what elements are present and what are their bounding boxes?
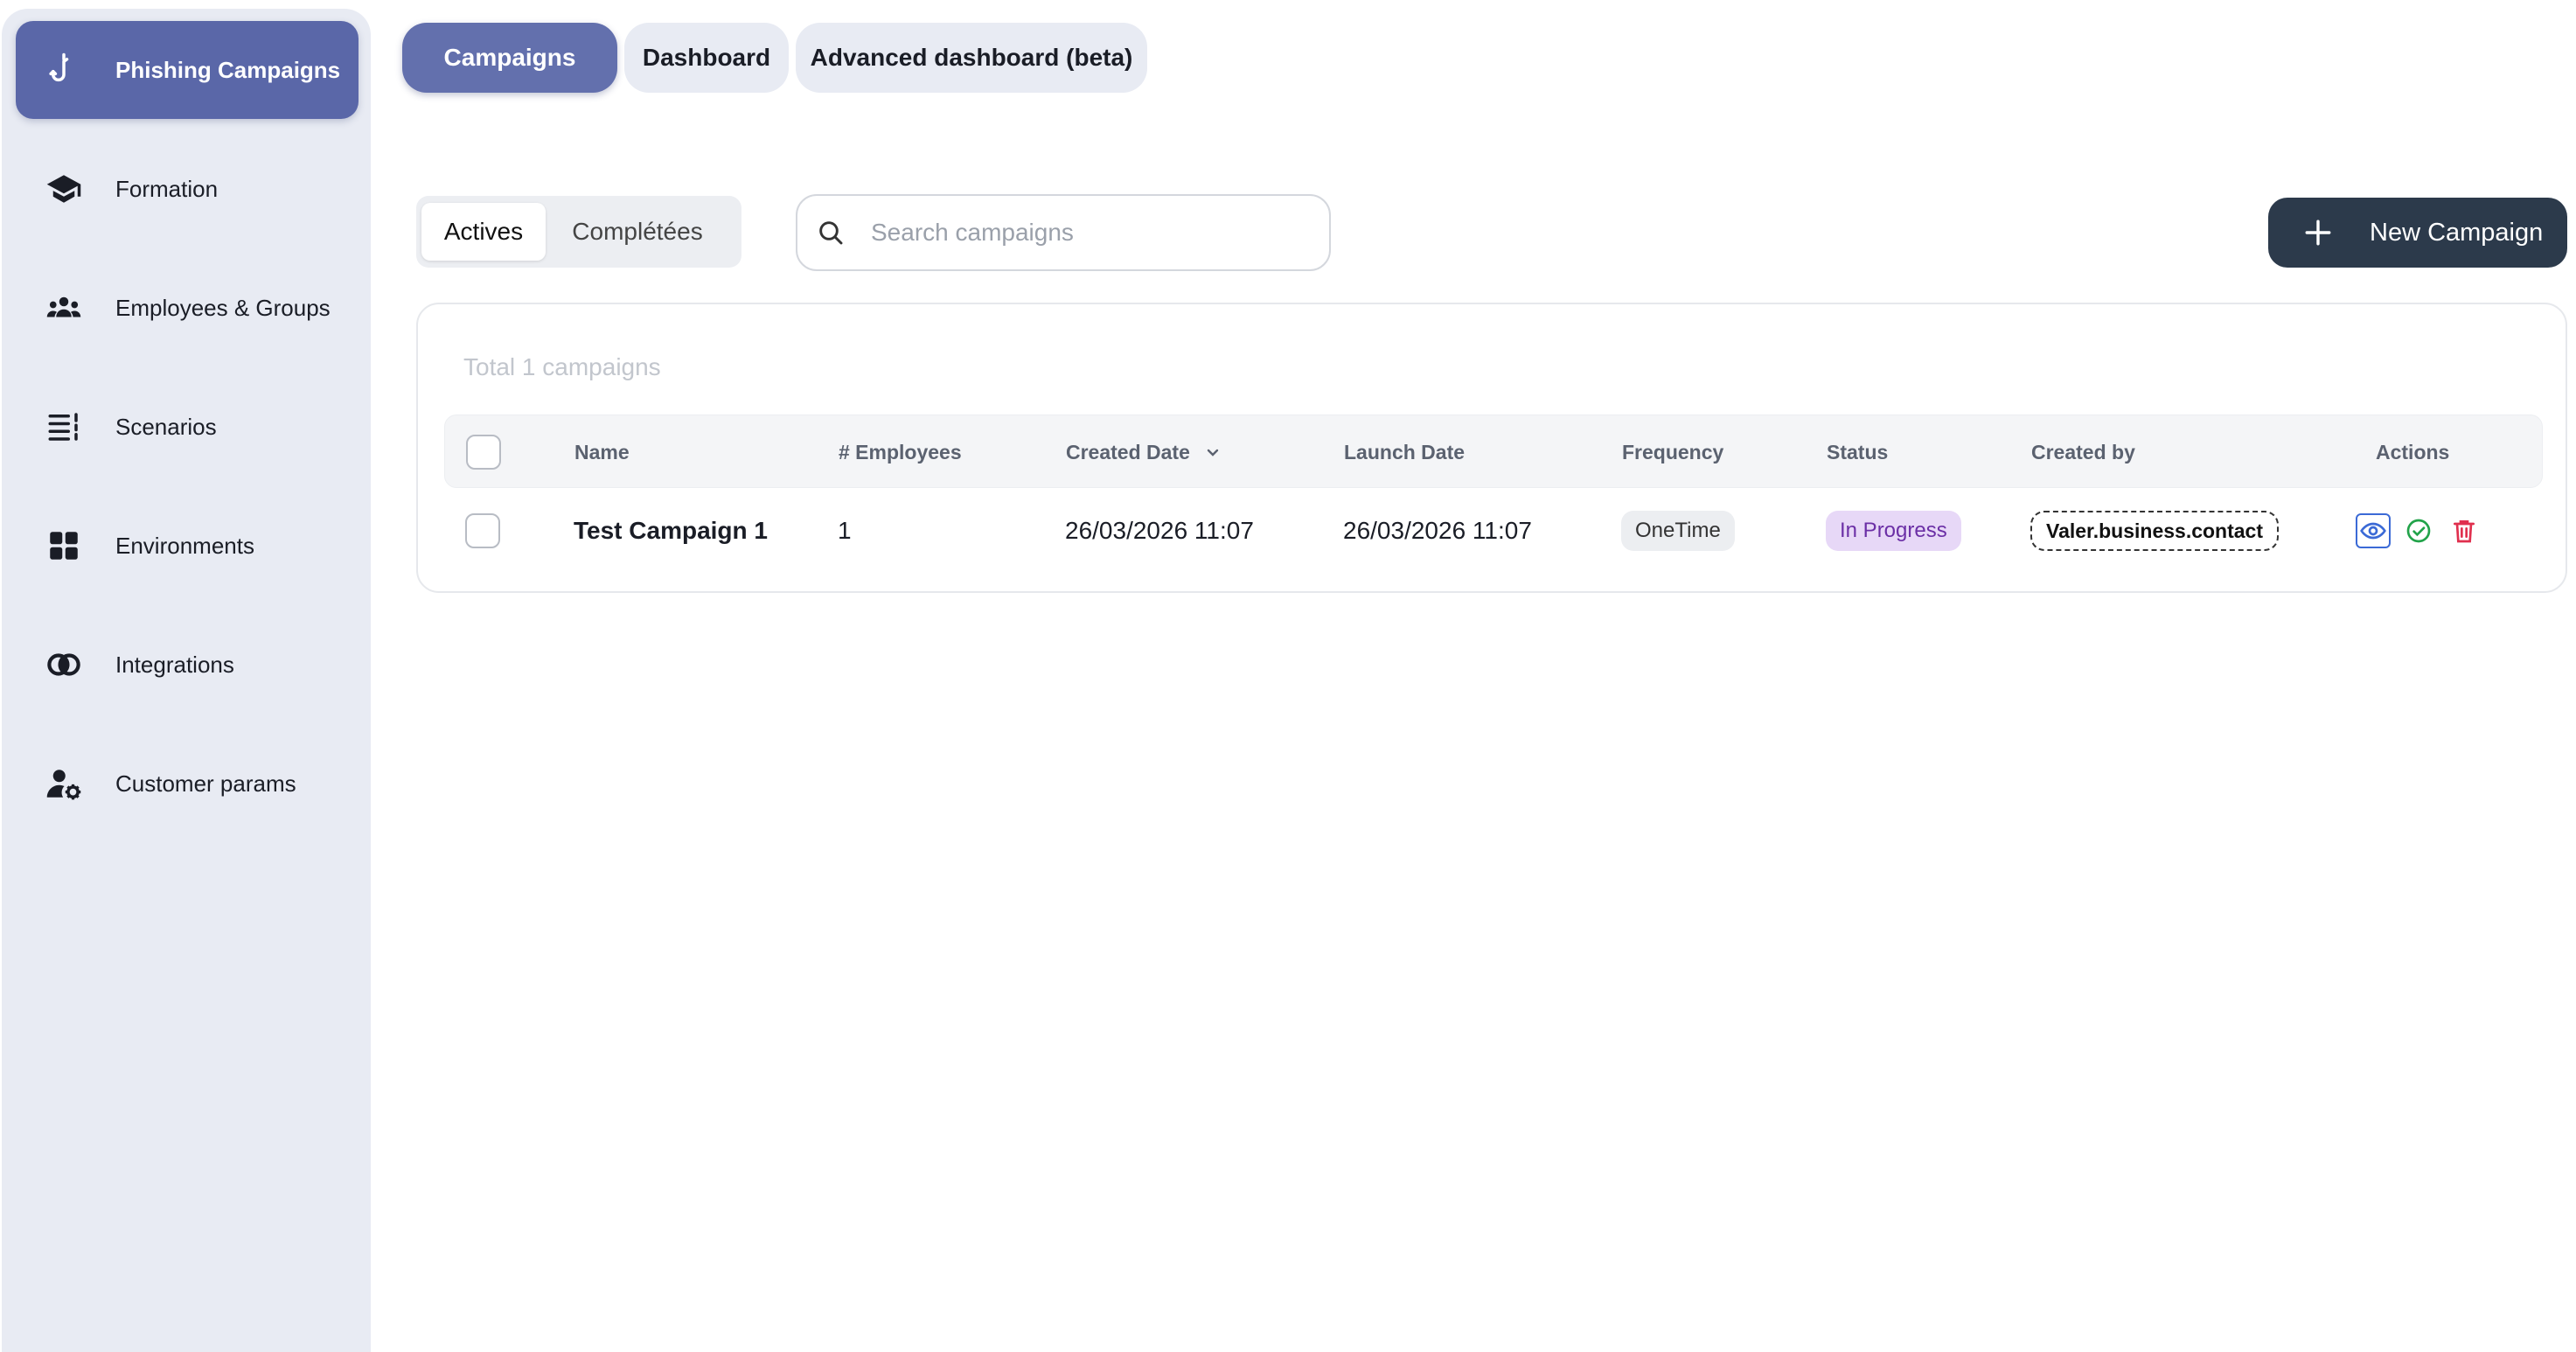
tab-dashboard[interactable]: Dashboard [624,23,789,93]
search-input[interactable] [871,219,1308,247]
column-header-actions: Actions [2376,440,2450,463]
campaign-name[interactable]: Test Campaign 1 [574,491,768,570]
created-date: 26/03/2026 11:07 [1065,517,1254,544]
search-icon [819,221,843,245]
sidebar-item-environments[interactable]: Environments [16,497,359,595]
row-actions [2356,491,2482,570]
trash-icon [2454,520,2475,543]
filter-actives-button[interactable]: Actives [421,203,546,261]
row-checkbox[interactable] [465,513,500,548]
column-header-frequency[interactable]: Frequency [1622,415,1723,489]
sidebar-item-scenarios[interactable]: Scenarios [16,378,359,476]
campaign-status-filter: Actives Complétées [416,196,741,268]
column-header-name[interactable]: Name [574,415,630,489]
hook-icon [16,51,82,89]
sidebar-item-employees-groups[interactable]: Employees & Groups [16,259,359,357]
column-header-created-by[interactable]: Created by [2031,415,2135,489]
select-all-checkbox[interactable] [466,435,501,470]
column-header-employees[interactable]: # Employees [839,415,962,489]
tab-campaigns[interactable]: Campaigns [402,23,617,93]
column-header-created-date-label: Created Date [1066,440,1190,463]
chevron-down-icon [1207,449,1219,456]
total-campaigns-count: Total 1 campaigns [463,353,661,380]
sidebar-item-formation[interactable]: Formation [16,140,359,238]
sidebar-item-label: Customer params [115,770,296,797]
sidebar-item-label: Employees & Groups [115,294,331,321]
sidebar-item-customer-params[interactable]: Customer params [16,735,359,833]
filter-completed-button[interactable]: Complétées [546,203,729,261]
sidebar-item-phishing-campaigns[interactable]: Phishing Campaigns [16,21,359,119]
sidebar-item-label: Scenarios [115,413,217,440]
sidebar-item-label: Formation [115,175,219,202]
sidebar-item-label: Phishing Campaigns [115,56,341,83]
tab-advanced-dashboard[interactable]: Advanced dashboard (beta) [796,23,1147,93]
status-badge: In Progress [1826,511,1961,551]
new-campaign-label: New Campaign [2370,218,2544,247]
search-box [796,194,1331,271]
column-header-launch-date[interactable]: Launch Date [1344,415,1465,489]
sidebar: Phishing Campaigns Formation Employees &… [2,9,371,1352]
list-icon [16,408,82,446]
eye-icon [2360,522,2386,540]
table-row[interactable]: Test Campaign 1 1 26/03/2026 11:07 26/03… [444,491,2543,570]
graduation-cap-icon [16,170,82,208]
created-by-badge: Valer.business.contact [2030,511,2280,551]
plus-icon [2305,220,2331,246]
integration-rings-icon [16,645,82,684]
sidebar-item-integrations[interactable]: Integrations [16,616,359,714]
table-header: Name # Employees Created Date Launch Dat… [444,415,2543,488]
complete-campaign-button[interactable] [2401,513,2436,548]
sidebar-item-label: Environments [115,532,254,559]
view-campaign-button[interactable] [2356,513,2391,548]
user-gear-icon [16,764,82,803]
column-header-status[interactable]: Status [1827,415,1888,489]
launch-date: 26/03/2026 11:07 [1343,517,1532,544]
people-group-icon [16,289,82,327]
frequency-badge: OneTime [1621,511,1735,551]
check-circle-icon [2406,519,2431,543]
delete-campaign-button[interactable] [2447,513,2482,548]
employees-count: 1 [838,517,852,544]
campaigns-card: Total 1 campaigns Name # Employees Creat… [416,303,2567,593]
sidebar-item-label: Integrations [115,651,234,678]
new-campaign-button[interactable]: New Campaign [2268,198,2567,268]
column-header-created-date[interactable]: Created Date [1066,415,1223,489]
grid-icon [16,526,82,565]
